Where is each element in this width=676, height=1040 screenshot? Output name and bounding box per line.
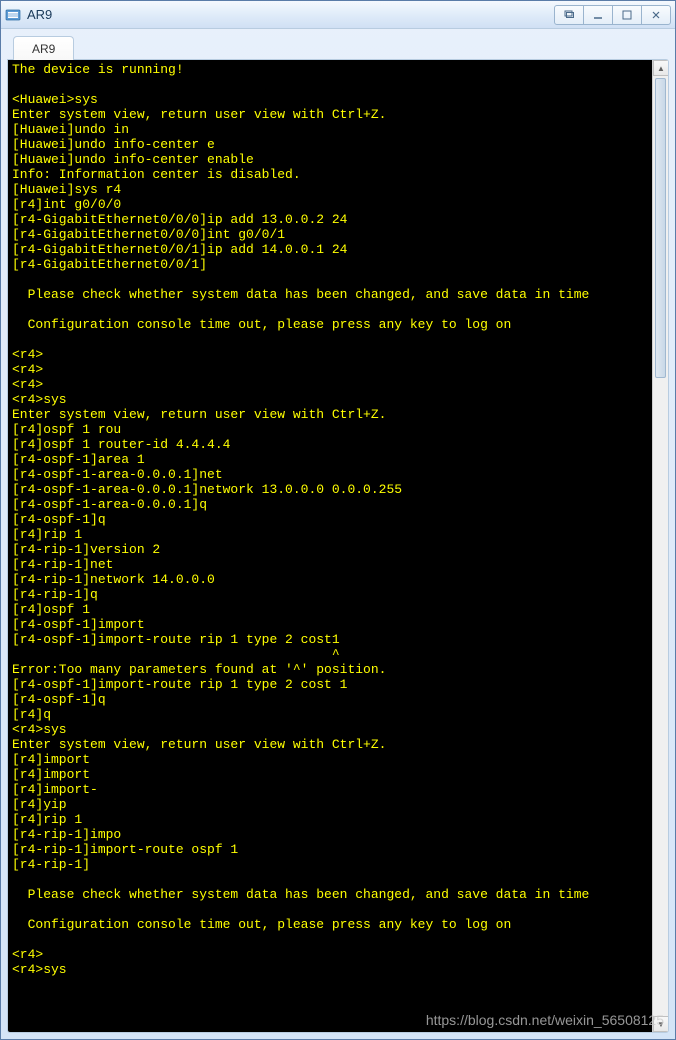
pin-button[interactable] xyxy=(554,5,584,25)
tab-strip: AR9 xyxy=(7,33,669,59)
terminal[interactable]: The device is running! <Huawei>sys Enter… xyxy=(8,60,652,1032)
scroll-down-arrow[interactable]: ▼ xyxy=(653,1016,669,1032)
app-icon xyxy=(5,7,21,23)
maximize-button[interactable] xyxy=(612,5,642,25)
titlebar[interactable]: AR9 xyxy=(1,1,675,29)
window-title: AR9 xyxy=(27,7,555,22)
scroll-up-arrow[interactable]: ▲ xyxy=(653,60,669,76)
tab-label: AR9 xyxy=(32,42,55,56)
app-window: AR9 AR9 The device is running! <Huawei>s… xyxy=(0,0,676,1040)
close-button[interactable] xyxy=(641,5,671,25)
window-controls xyxy=(555,5,671,25)
tab-ar9[interactable]: AR9 xyxy=(13,36,74,60)
minimize-button[interactable] xyxy=(583,5,613,25)
scroll-thumb[interactable] xyxy=(655,78,666,378)
vertical-scrollbar[interactable]: ▲ ▼ xyxy=(652,60,668,1032)
terminal-container: The device is running! <Huawei>sys Enter… xyxy=(7,59,669,1033)
